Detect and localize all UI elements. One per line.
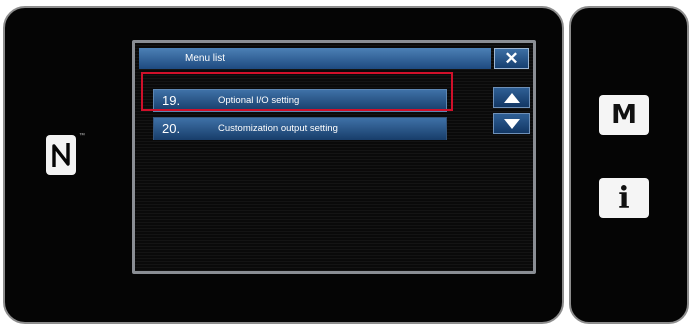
- triangle-up-icon: [503, 92, 520, 103]
- triangle-down-icon: [503, 118, 520, 129]
- selection-highlight-frame: [141, 72, 453, 111]
- menu-list-title: Menu list: [185, 53, 226, 64]
- menu-item-customization-output-setting[interactable]: 20. Customization output setting: [153, 117, 447, 140]
- mode-button[interactable]: M: [599, 95, 649, 135]
- nfc-icon: [46, 135, 76, 175]
- trademark-mark: ™: [79, 133, 85, 139]
- menu-list-titlebar: Menu list: [139, 48, 491, 69]
- operation-panel: ™ Menu list ✕ 19. Optional I/O setting 2…: [3, 6, 689, 324]
- information-button[interactable]: i: [599, 178, 649, 218]
- menu-item-number: 20.: [162, 121, 181, 136]
- scroll-down-button[interactable]: [493, 113, 530, 134]
- scroll-up-button[interactable]: [493, 87, 530, 108]
- close-icon: ✕: [504, 49, 519, 68]
- display-bezel: ™ Menu list ✕ 19. Optional I/O setting 2…: [3, 6, 564, 324]
- close-button[interactable]: ✕: [494, 48, 529, 69]
- menu-item-label: Customization output setting: [218, 123, 338, 134]
- key-bezel: [569, 6, 689, 324]
